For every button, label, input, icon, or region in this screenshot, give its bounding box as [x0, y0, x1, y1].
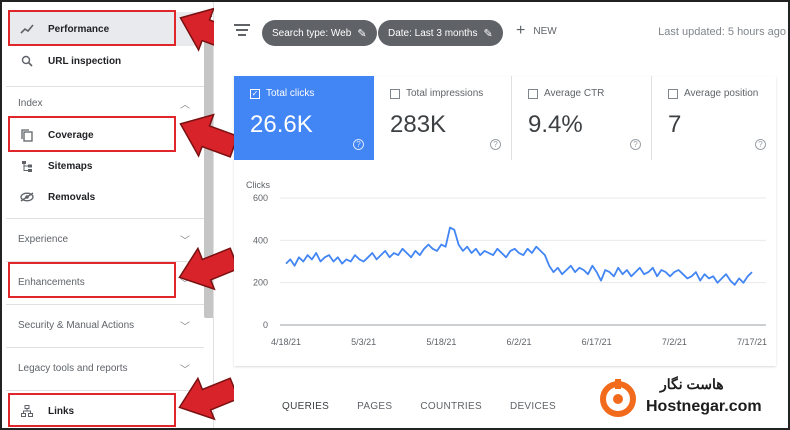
hostnegar-logo: هاست نگار Hostnegar.com: [596, 370, 786, 426]
chart-xtick-label: 4/18/21: [271, 337, 301, 347]
sidebar-divider: [6, 390, 204, 391]
metric-total-clicks[interactable]: ✓ Total clicks 26.6K ?: [234, 76, 374, 160]
metric-average-position[interactable]: Average position 7 ?: [652, 76, 776, 160]
section-label: Legacy tools and reports: [18, 362, 128, 374]
trending-up-icon: [20, 22, 34, 36]
chevron-down-icon: ﹀: [180, 235, 190, 247]
chart-ytick-label: 200: [253, 278, 268, 288]
sidebar-item-label: Links: [48, 405, 75, 417]
sidebar-item-label: Removals: [48, 191, 96, 203]
chart-xtick-label: 7/2/21: [662, 337, 687, 347]
sidebar-scrollbar[interactable]: [204, 22, 213, 318]
checkbox-icon[interactable]: [390, 88, 400, 99]
tab-devices[interactable]: DEVICES: [510, 401, 556, 412]
tab-queries[interactable]: QUERIES: [282, 401, 329, 412]
metric-label: Total impressions: [406, 88, 484, 99]
checkbox-icon[interactable]: [528, 88, 538, 99]
section-label: Index: [18, 97, 43, 109]
chip-label: Search type: Web: [272, 27, 352, 39]
sidebar-item-links[interactable]: Links: [8, 394, 202, 428]
chart-ytick-label: 600: [253, 193, 268, 203]
metric-label: Total clicks: [266, 88, 315, 99]
edit-icon: ✎: [483, 27, 493, 40]
checkbox-checked-icon[interactable]: ✓: [250, 88, 260, 99]
logo-persian-text: هاست نگار: [660, 376, 724, 392]
sidebar: ▲ Performance URL inspection Index ︿ Cov…: [2, 2, 214, 428]
chart-ylabel: Clicks: [246, 180, 270, 190]
sitemap-icon: [20, 159, 34, 173]
metric-total-impressions[interactable]: Total impressions 283K ?: [374, 76, 512, 160]
help-icon[interactable]: ?: [490, 139, 501, 150]
metric-value: 283K: [390, 111, 447, 138]
search-icon: [20, 54, 34, 68]
chevron-down-icon: ﹀: [180, 278, 190, 290]
sidebar-section-index[interactable]: Index ︿: [18, 88, 198, 118]
sidebar-item-label: Coverage: [48, 129, 94, 141]
sidebar-divider: [6, 304, 204, 305]
sidebar-item-sitemaps[interactable]: Sitemaps: [8, 149, 202, 183]
chart-svg: Clicks 0 200 400 600 4/18/21 5/3/21 5/18/21 6/2/…: [246, 180, 767, 347]
sidebar-divider: [6, 218, 204, 219]
sidebar-section-security[interactable]: Security & Manual Actions ﹀: [18, 310, 198, 340]
top-toolbar: Search type: Web ✎ Date: Last 3 months ✎…: [214, 2, 788, 62]
new-filter-button[interactable]: + NEW: [516, 22, 557, 40]
tab-pages[interactable]: PAGES: [357, 401, 392, 412]
chart-xtick-label: 6/2/21: [506, 337, 531, 347]
metric-average-ctr[interactable]: Average CTR 9.4% ?: [512, 76, 652, 160]
section-label: Enhancements: [18, 276, 85, 288]
edit-icon: ✎: [357, 27, 367, 40]
copy-icon: [20, 128, 34, 142]
date-filter-chip[interactable]: Date: Last 3 months ✎: [378, 20, 503, 46]
last-updated-text: Last updated: 5 hours ago: [658, 26, 786, 38]
sidebar-item-removals[interactable]: Removals: [8, 180, 202, 214]
search-type-filter-chip[interactable]: Search type: Web ✎: [262, 20, 377, 46]
new-label: NEW: [533, 25, 557, 37]
help-icon[interactable]: ?: [353, 139, 364, 150]
chart-xtick-label: 5/18/21: [426, 337, 456, 347]
metric-label: Average CTR: [544, 88, 605, 99]
chart-ytick-label: 0: [263, 320, 268, 330]
chevron-down-icon: ﹀: [180, 321, 190, 333]
sidebar-divider: [6, 261, 204, 262]
section-label: Security & Manual Actions: [18, 319, 135, 331]
sidebar-section-legacy[interactable]: Legacy tools and reports ﹀: [18, 353, 198, 383]
dimension-tabs: QUERIES PAGES COUNTRIES DEVICES: [234, 384, 594, 428]
sidebar-divider: [6, 86, 204, 87]
chevron-up-icon: ︿: [180, 99, 190, 111]
chart-ytick-label: 400: [253, 235, 268, 245]
section-label: Experience: [18, 233, 69, 245]
checkbox-icon[interactable]: [668, 88, 678, 99]
eye-off-icon: [20, 190, 34, 204]
filter-menu-icon[interactable]: [234, 24, 250, 38]
sidebar-divider: [6, 347, 204, 348]
chip-label: Date: Last 3 months: [388, 27, 478, 39]
chart-xtick-label: 5/3/21: [351, 337, 376, 347]
sidebar-item-label: URL inspection: [48, 55, 122, 67]
metric-value: 9.4%: [528, 111, 583, 138]
help-icon[interactable]: ?: [630, 139, 641, 150]
chart-xtick-label: 7/17/21: [737, 337, 767, 347]
plus-icon: +: [516, 22, 526, 39]
sidebar-item-label: Sitemaps: [48, 160, 93, 172]
scroll-up-arrow[interactable]: ▲: [206, 10, 213, 19]
metric-value: 26.6K: [250, 111, 313, 138]
chart-xtick-label: 6/17/21: [582, 337, 612, 347]
metric-value: 7: [668, 111, 682, 138]
chevron-down-icon: ﹀: [180, 364, 190, 376]
sidebar-item-coverage[interactable]: Coverage: [8, 118, 202, 152]
hostnegar-logo-mark-icon: [600, 379, 636, 417]
chart-series-line-clicks: [285, 226, 753, 286]
help-icon[interactable]: ?: [755, 139, 766, 150]
clicks-chart: Clicks 0 200 400 600 4/18/21 5/3/21 5/18/21 6/2/…: [234, 160, 776, 366]
sidebar-item-performance[interactable]: Performance: [8, 12, 202, 46]
logo-english-text: Hostnegar.com: [646, 398, 762, 415]
sidebar-item-label: Performance: [48, 23, 110, 35]
sidebar-item-url-inspection[interactable]: URL inspection: [8, 44, 202, 78]
links-icon: [20, 404, 34, 418]
sidebar-section-enhancements[interactable]: Enhancements ﹀: [18, 267, 198, 297]
tab-countries[interactable]: COUNTRIES: [420, 401, 482, 412]
sidebar-section-experience[interactable]: Experience ﹀: [18, 224, 198, 254]
performance-card: ✓ Total clicks 26.6K ? Total impressions …: [234, 76, 776, 366]
metric-label: Average position: [684, 88, 759, 99]
